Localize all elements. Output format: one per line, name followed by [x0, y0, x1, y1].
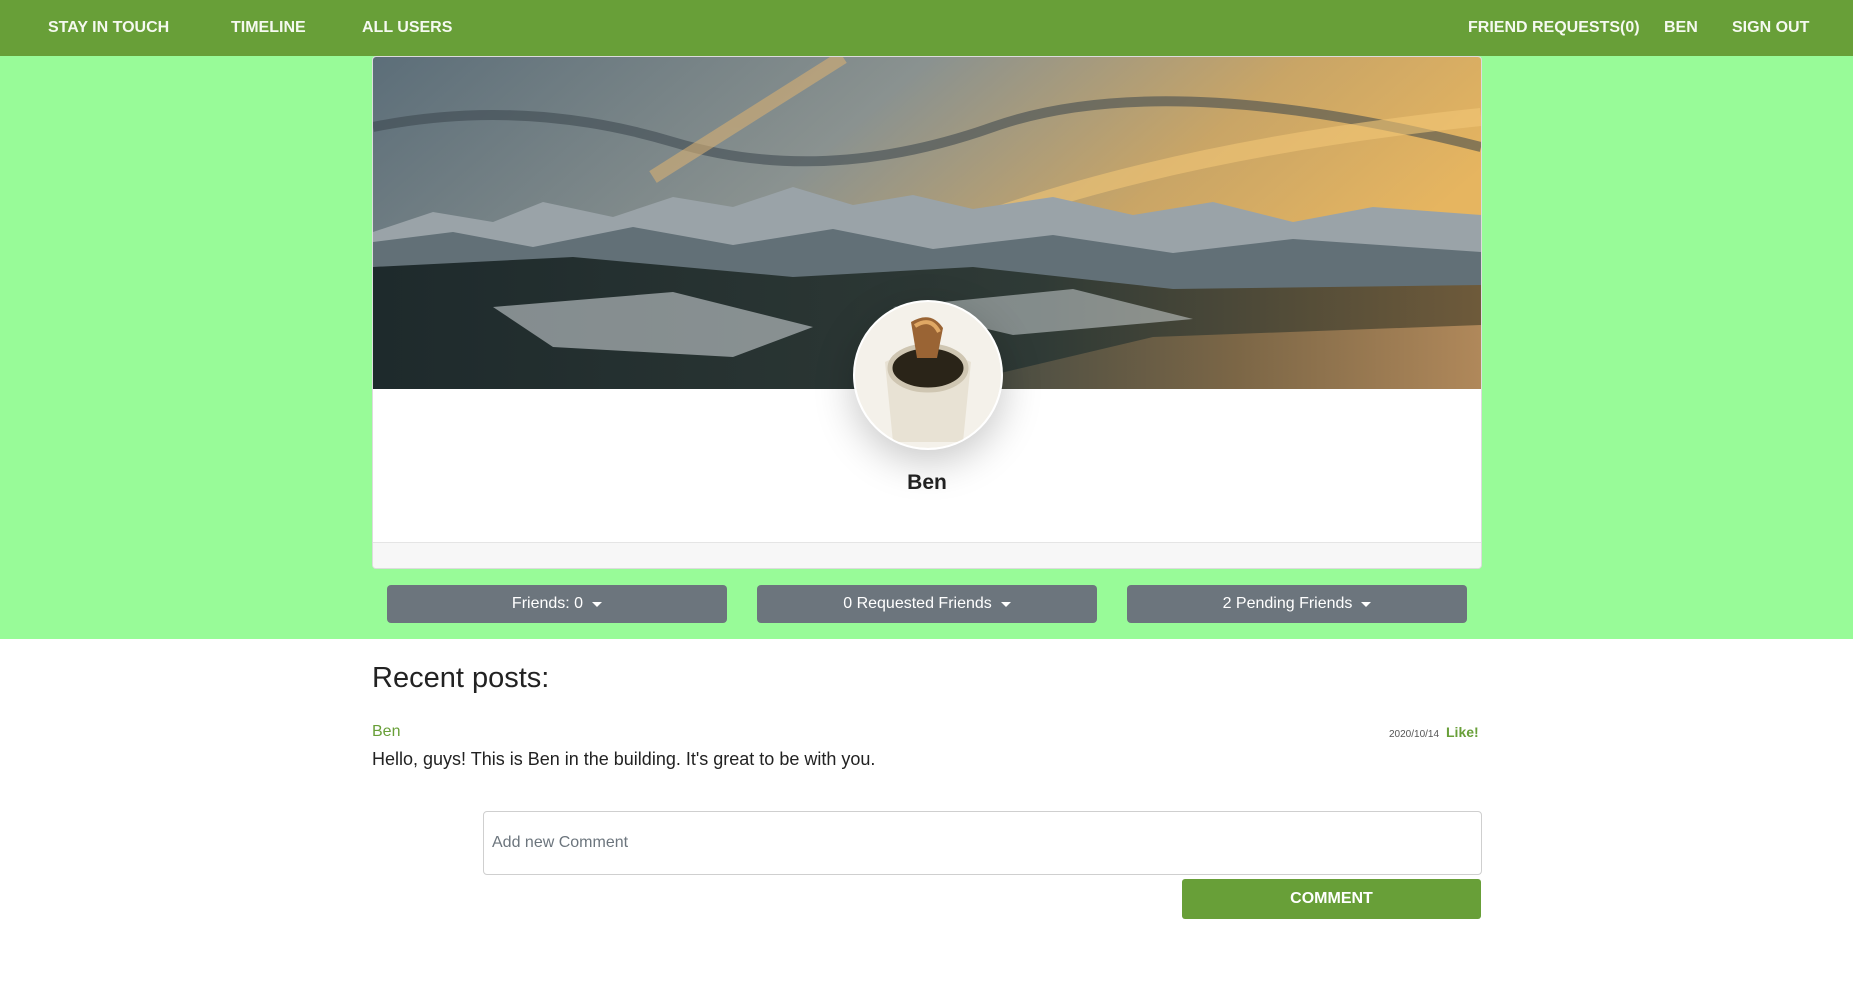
- comment-submit-button[interactable]: COMMENT: [1182, 879, 1481, 919]
- profile-card: Ben: [372, 56, 1482, 569]
- like-button[interactable]: Like!: [1446, 724, 1479, 740]
- avatar: [853, 300, 1003, 450]
- post-body: Hello, guys! This is Ben in the building…: [372, 749, 876, 769]
- caret-down-icon: [592, 601, 603, 607]
- brand-link[interactable]: STAY IN TOUCH: [48, 0, 169, 56]
- comment-input[interactable]: [483, 811, 1482, 875]
- post-author-link[interactable]: Ben: [372, 723, 400, 741]
- pending-friends-dropdown-button[interactable]: 2 Pending Friends: [1127, 585, 1467, 623]
- nav-all-users[interactable]: ALL USERS: [362, 0, 452, 56]
- nav-friend-requests[interactable]: FRIEND REQUESTS(0): [1468, 0, 1640, 56]
- requested-friends-dropdown-button[interactable]: 0 Requested Friends: [757, 585, 1097, 623]
- recent-posts-heading: Recent posts:: [372, 662, 550, 694]
- friends-dropdown-label: Friends: 0: [511, 595, 584, 612]
- post-date: 2020/10/14: [1389, 729, 1440, 740]
- top-navbar: STAY IN TOUCH TIMELINE ALL USERS FRIEND …: [0, 0, 1853, 56]
- profile-name: Ben: [907, 471, 947, 494]
- pending-dropdown-label: 2 Pending Friends: [1222, 595, 1353, 612]
- friends-dropdown-button[interactable]: Friends: 0: [387, 585, 727, 623]
- card-footer: [373, 542, 1481, 568]
- caret-down-icon: [1361, 601, 1372, 607]
- nav-timeline[interactable]: TIMELINE: [231, 0, 306, 56]
- caret-down-icon: [1000, 601, 1011, 607]
- requested-dropdown-label: 0 Requested Friends: [843, 595, 992, 612]
- nav-sign-out[interactable]: SIGN OUT: [1732, 0, 1809, 56]
- nav-user-profile[interactable]: BEN: [1664, 0, 1698, 56]
